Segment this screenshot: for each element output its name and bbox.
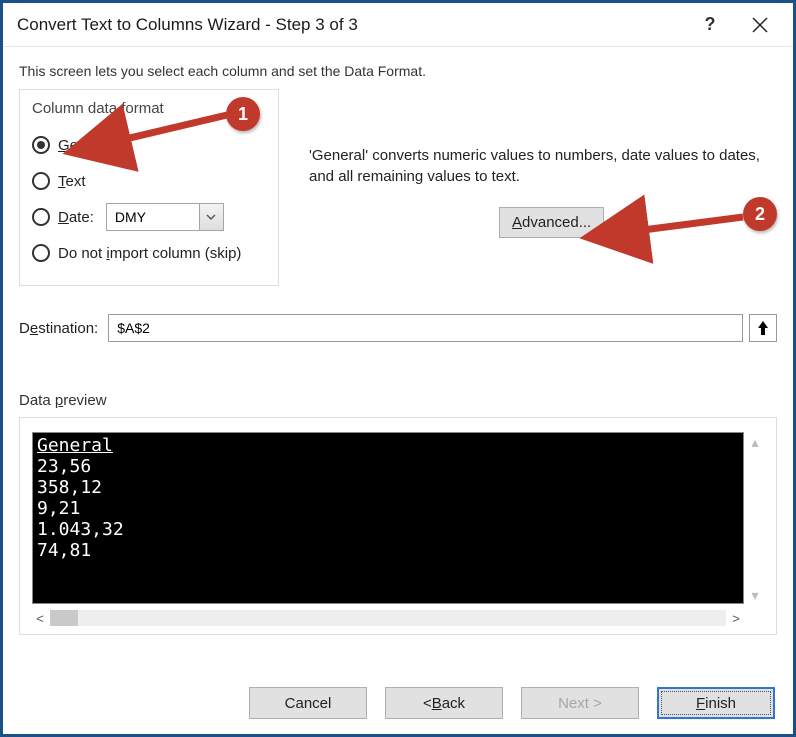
dialog-title: Convert Text to Columns Wizard - Step 3 …	[17, 15, 685, 35]
dialog-content: This screen lets you select each column …	[3, 47, 793, 645]
finish-button[interactable]: Finish	[657, 687, 775, 719]
annotation-marker-1: 1	[226, 97, 260, 131]
cancel-button[interactable]: Cancel	[249, 687, 367, 719]
range-picker-button[interactable]	[749, 314, 777, 342]
destination-row: Destination:	[19, 314, 777, 342]
preview-vertical-scrollbar[interactable]: ▴ ▾	[746, 434, 764, 604]
scroll-down-icon: ▾	[751, 587, 758, 604]
radio-label: General	[58, 137, 111, 154]
scroll-right-icon: >	[728, 611, 744, 626]
radio-label: Date:	[58, 209, 94, 226]
radio-skip[interactable]: Do not import column (skip)	[32, 235, 266, 271]
radio-icon	[32, 244, 50, 262]
radio-text[interactable]: Text	[32, 163, 266, 199]
wizard-dialog: Convert Text to Columns Wizard - Step 3 …	[0, 0, 796, 737]
preview-row: 358,12	[37, 477, 102, 498]
radio-date[interactable]: Date: DMY	[32, 199, 266, 235]
data-preview-section: Data preview General 23,56 358,12 9,21 1…	[19, 392, 777, 635]
date-format-combo[interactable]: DMY	[106, 203, 224, 231]
scroll-thumb[interactable]	[50, 610, 78, 626]
info-text: 'General' converts numeric values to num…	[309, 145, 777, 187]
preview-horizontal-scrollbar[interactable]: < >	[32, 610, 744, 626]
scroll-track	[50, 610, 726, 626]
radio-icon	[32, 136, 50, 154]
collapse-icon	[756, 320, 770, 336]
advanced-button[interactable]: Advanced...	[499, 207, 604, 238]
radio-icon	[32, 172, 50, 190]
help-button[interactable]: ?	[685, 7, 735, 43]
preview-row: 23,56	[37, 456, 91, 477]
close-icon	[752, 17, 768, 33]
radio-label: Do not import column (skip)	[58, 245, 241, 262]
back-button[interactable]: < Back	[385, 687, 503, 719]
preview-row: 9,21	[37, 498, 80, 519]
preview-row: 74,81	[37, 540, 91, 561]
annotation-marker-2: 2	[743, 197, 777, 231]
chevron-down-icon	[199, 204, 223, 230]
scroll-up-icon: ▴	[751, 434, 758, 451]
preview-column-header: General	[37, 435, 113, 456]
radio-label: Text	[58, 173, 86, 190]
date-format-value: DMY	[107, 209, 199, 225]
preview-box[interactable]: General 23,56 358,12 9,21 1.043,32 74,81	[32, 432, 744, 604]
next-button: Next >	[521, 687, 639, 719]
radio-general[interactable]: General	[32, 127, 266, 163]
destination-label: Destination:	[19, 320, 98, 337]
intro-text: This screen lets you select each column …	[19, 63, 777, 79]
scroll-left-icon: <	[32, 611, 48, 626]
titlebar: Convert Text to Columns Wizard - Step 3 …	[3, 3, 793, 47]
preview-frame: General 23,56 358,12 9,21 1.043,32 74,81…	[19, 417, 777, 635]
format-info: 'General' converts numeric values to num…	[309, 89, 777, 286]
destination-input[interactable]	[108, 314, 743, 342]
dialog-footer: Cancel < Back Next > Finish	[3, 672, 793, 734]
preview-legend: Data preview	[19, 392, 777, 409]
radio-icon	[32, 208, 50, 226]
close-button[interactable]	[735, 7, 785, 43]
preview-row: 1.043,32	[37, 519, 124, 540]
